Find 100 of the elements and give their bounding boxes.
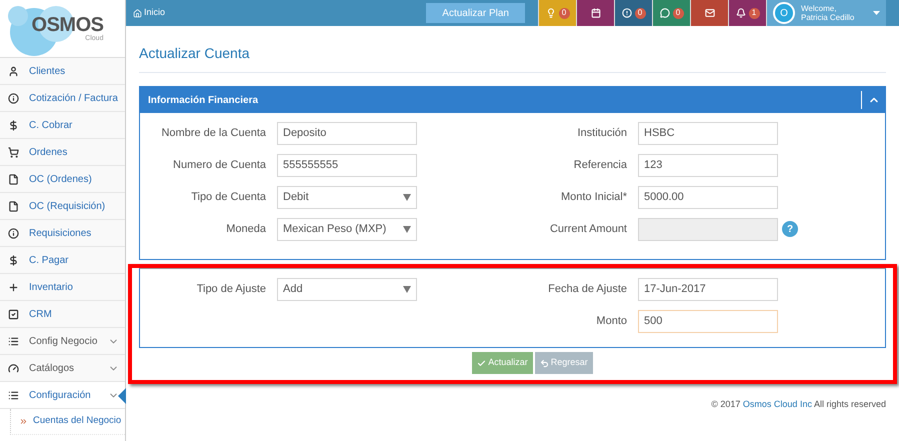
count-badge: 0 [634,8,646,18]
logo-text: OSMOS [32,15,104,35]
cart-icon [8,146,19,158]
select-value: Mexican Peso (MXP) [283,222,386,237]
mail-icon [704,8,714,18]
field-label: Tipo de Ajuste [196,282,267,297]
sidebar-label: CRM [29,308,53,322]
panel-title: Información Financiera [147,94,260,108]
field-label: Moneda [225,222,267,237]
list-icon [8,336,19,346]
sidebar-label: Ordenes [29,146,68,160]
field-label: Fecha de Ajuste [547,282,628,297]
home-icon [133,8,142,18]
notification-tile[interactable]: 1 [728,0,766,26]
count-badge: 0 [558,8,570,18]
input-field[interactable]: 555555555 [277,154,417,176]
gauge-icon [8,362,19,374]
dollar-icon [8,120,19,130]
undo-icon [540,358,549,368]
dollar-icon [8,254,19,266]
notification-tile[interactable]: 0 [652,0,690,26]
sidebar-item[interactable]: Requisiciones [0,220,125,247]
home-link[interactable]: Inicio [144,6,166,20]
lightbulb-icon [546,8,556,18]
list-icon [8,390,19,400]
sidebar-label: Catálogos [29,362,76,376]
field-label: Current Amount [548,222,628,237]
active-pointer-icon [118,388,126,404]
chat-icon [660,8,670,18]
file-icon [8,174,19,184]
field-label: Nombre de la Cuenta [160,126,267,141]
user-name: Patricia Cedillo [801,13,856,22]
sidebar-item[interactable]: Inventario [0,274,125,301]
sidebar-item[interactable]: C. Pagar [0,247,125,274]
sidebar-item[interactable]: Catálogos [0,355,125,382]
select-field[interactable]: Debit [277,186,417,208]
alert-icon [622,8,632,18]
sidebar-label: Inventario [29,280,74,294]
sidebar-label: Config Negocio [29,334,98,348]
notification-tile[interactable] [576,0,614,26]
sidebar-label: C. Cobrar [29,118,74,132]
sidebar-label: Requisiciones [29,226,92,240]
user-icon [8,66,19,76]
caret-icon [403,286,411,292]
select-field[interactable]: Mexican Peso (MXP) [277,218,417,240]
sidebar-label: Cotización / Factura [29,92,119,106]
field-label: Monto Inicial* [560,190,628,205]
welcome-text: Welcome, [801,4,838,13]
input-field[interactable]: 17-Jun-2017 [638,278,778,300]
checkbox-icon [8,308,19,320]
avatar: O [773,2,795,24]
footer-link[interactable]: Osmos Cloud Inc [742,399,812,409]
double-chevron-icon [19,417,28,426]
submenu-label: Cuentas del Negocio [33,414,122,428]
sidebar-label: Configuración [29,388,92,402]
field-label: Institución [576,126,628,141]
footer-text: © 2017 Osmos Cloud Inc All rights reserved [711,398,886,411]
notification-tile[interactable]: 0 [614,0,652,26]
field-label: Numero de Cuenta [172,158,267,173]
notification-tile[interactable] [690,0,728,26]
sidebar-label: C. Pagar [29,254,70,268]
file-icon [8,200,19,212]
info-icon [8,92,19,104]
select-value: Debit [283,190,309,205]
check-icon [477,358,486,368]
plus-icon [8,282,19,292]
caret-icon [873,11,880,15]
input-field[interactable] [638,218,778,240]
caret-icon [403,226,411,232]
sidebar-item[interactable]: OC (Requisición) [0,193,125,220]
select-value: Add [283,282,303,297]
field-label: Tipo de Cuenta [190,190,267,205]
sidebar-item[interactable]: OC (Ordenes) [0,166,125,193]
sidebar-label: OC (Ordenes) [29,172,93,186]
input-field[interactable]: 123 [638,154,778,176]
input-field[interactable]: HSBC [638,122,778,144]
sidebar-item[interactable]: Ordenes [0,139,125,166]
sidebar-item[interactable]: CRM [0,301,125,328]
sidebar-item[interactable]: Config Negocio [0,328,125,355]
input-field[interactable]: Deposito [277,122,417,144]
count-badge: 1 [748,8,760,18]
field-label: Referencia [572,158,628,173]
input-field[interactable]: 500 [638,310,778,332]
user-menu[interactable]: O Welcome, Patricia Cedillo [766,0,886,26]
bell-icon [736,8,746,18]
select-field[interactable]: Add [277,278,417,300]
calendar-icon [590,8,600,18]
caret-icon [403,194,411,200]
page-title: Actualizar Cuenta [139,45,250,61]
notification-tile[interactable]: 0 [538,0,576,26]
sidebar-item[interactable]: Cotización / Factura [0,85,125,112]
sidebar-label: Clientes [29,64,66,78]
input-field[interactable]: 5000.00 [638,186,778,208]
submenu-item[interactable]: Cuentas del Negocio [10,409,125,435]
count-badge: 0 [672,8,684,18]
info-icon [8,228,19,238]
sidebar-item[interactable]: Clientes [0,58,125,85]
sidebar-item[interactable]: C. Cobrar [0,112,125,139]
help-badge[interactable]: ? [782,221,798,237]
sidebar-label: OC (Requisición) [29,200,106,214]
